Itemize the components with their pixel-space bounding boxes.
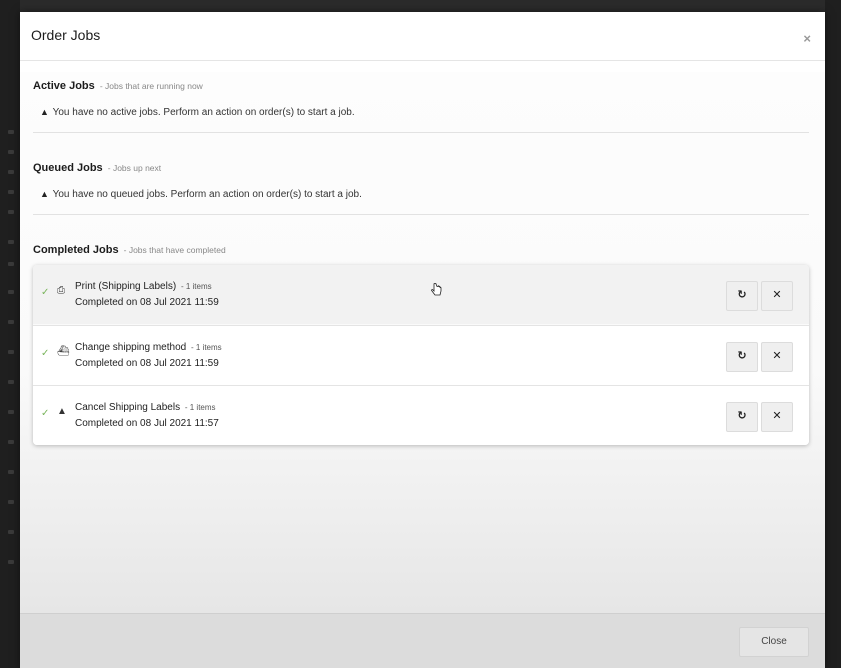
ship-icon: ⛴ [57,346,70,357]
close-button[interactable]: Close [739,627,809,657]
job-item-count: - 1 items [180,282,212,291]
job-row: ✓ ⎙ Print (Shipping Labels) - 1 items Co… [33,265,809,324]
job-item-count: - 1 items [190,343,222,352]
section-heading: Completed Jobs - Jobs that have complete… [33,244,809,256]
remove-button[interactable]: ✕ [761,402,793,432]
empty-message-text: You have no active jobs. Perform an acti… [52,107,355,118]
section-subtitle: - Jobs that are running now [99,81,203,91]
active-jobs-section: Active Jobs - Jobs that are running now … [33,80,809,133]
retry-button[interactable]: ↻ [726,402,758,432]
job-row: ✓ ▲ Cancel Shipping Labels - 1 items Com… [33,385,809,445]
check-icon: ✓ [41,348,50,359]
check-icon: ✓ [41,408,50,419]
section-heading: Queued Jobs - Jobs up next [33,162,809,174]
completed-jobs-section: Completed Jobs - Jobs that have complete… [33,244,809,256]
job-name: Cancel Shipping Labels [75,402,181,413]
empty-message: ▲ You have no queued jobs. Perform an ac… [33,186,809,215]
job-completed-date: Completed on 08 Jul 2021 11:57 [75,418,219,429]
warning-icon: ▲ [40,189,49,199]
remove-button[interactable]: ✕ [761,281,793,311]
page-backdrop-left [0,0,20,668]
warning-icon: ▲ [40,107,49,117]
job-title: Cancel Shipping Labels - 1 items [75,402,216,413]
order-jobs-modal: Order Jobs × Active Jobs - Jobs that are… [20,12,825,668]
completed-jobs-list: ✓ ⎙ Print (Shipping Labels) - 1 items Co… [33,265,809,445]
queued-jobs-section: Queued Jobs - Jobs up next ▲ You have no… [33,162,809,215]
job-item-count: - 1 items [184,403,216,412]
job-title: Change shipping method - 1 items [75,342,222,353]
modal-footer: Close [20,613,825,668]
remove-button[interactable]: ✕ [761,342,793,372]
job-title: Print (Shipping Labels) - 1 items [75,281,212,292]
job-completed-date: Completed on 08 Jul 2021 11:59 [75,297,219,308]
section-title: Completed Jobs [33,244,119,256]
page-backdrop-right [825,0,841,668]
job-name: Print (Shipping Labels) [75,281,177,292]
modal-title: Order Jobs [31,27,101,43]
job-completed-date: Completed on 08 Jul 2021 11:59 [75,358,219,369]
hand-cursor-icon [431,283,442,296]
check-icon: ✓ [41,287,50,298]
section-title: Queued Jobs [33,162,103,174]
printer-icon: ⎙ [57,285,65,296]
retry-button[interactable]: ↻ [726,342,758,372]
section-heading: Active Jobs - Jobs that are running now [33,80,809,92]
job-row: ✓ ⛴ Change shipping method - 1 items Com… [33,325,809,385]
section-title: Active Jobs [33,80,95,92]
empty-message-text: You have no queued jobs. Perform an acti… [52,189,362,200]
warning-icon: ▲ [57,406,67,417]
job-name: Change shipping method [75,342,187,353]
section-subtitle: - Jobs up next [107,163,162,173]
modal-header: Order Jobs × [20,12,825,61]
empty-message: ▲ You have no active jobs. Perform an ac… [33,104,809,133]
retry-button[interactable]: ↻ [726,281,758,311]
section-subtitle: - Jobs that have completed [123,245,226,255]
close-icon[interactable]: × [803,31,811,46]
